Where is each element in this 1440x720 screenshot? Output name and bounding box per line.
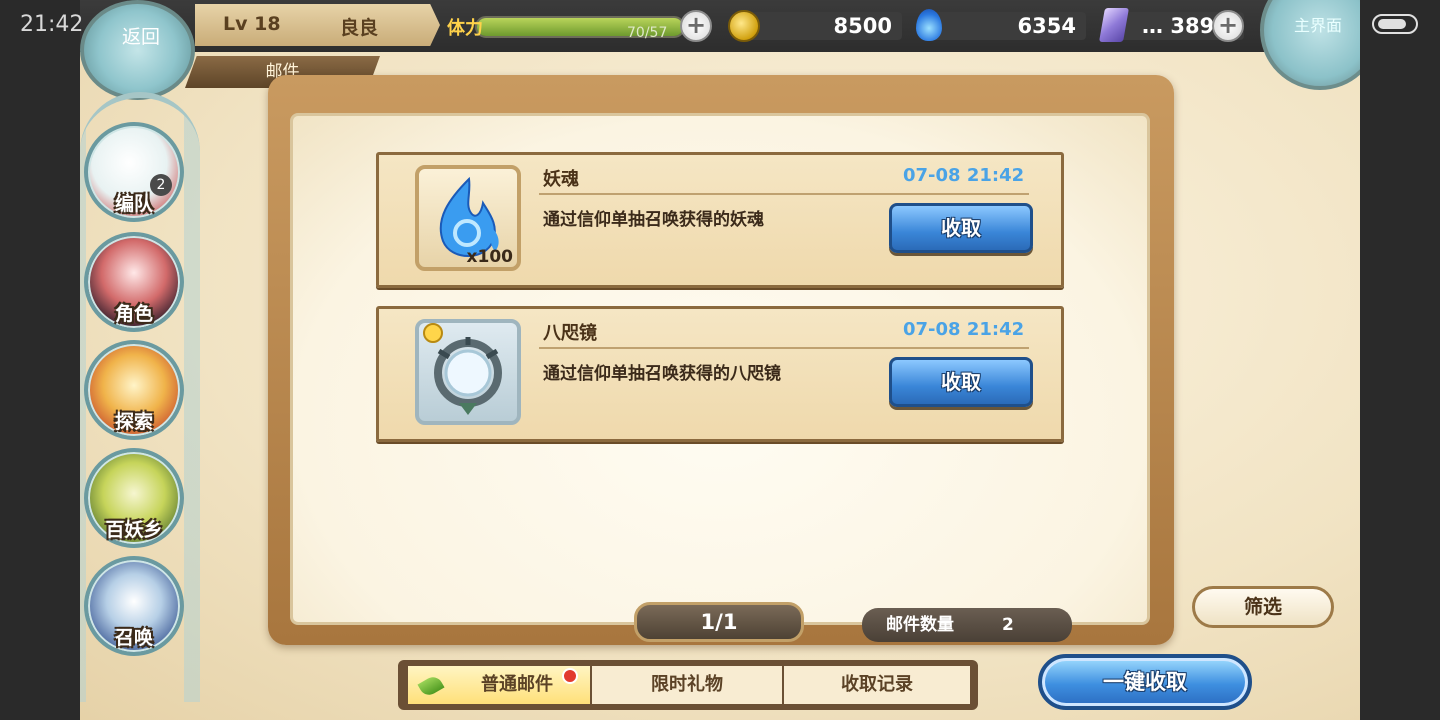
- sidebar-item-label: 召唤: [114, 627, 153, 649]
- right-letterbox: [1360, 0, 1440, 720]
- mail-description: 通过信仰单抽召唤获得的八咫镜: [543, 364, 781, 384]
- stamina-label: 体力: [447, 18, 483, 39]
- home-label: 主界面: [1294, 16, 1343, 35]
- filter-button[interactable]: 筛选: [1192, 586, 1334, 628]
- player-name: 良良: [340, 17, 379, 39]
- status-time: 21:42: [20, 12, 84, 37]
- sidebar-item-formation[interactable]: 2 编队: [84, 122, 184, 222]
- sidebar-item-summon[interactable]: 召唤: [84, 556, 184, 656]
- mail-tabs: 普通邮件 限时礼物 收取记录: [398, 660, 978, 710]
- game-viewport: 主界面 返回 Lv 18 良良 邮件 体力 70/57 + 8500 6354 …: [80, 0, 1360, 720]
- sidebar-item-explore[interactable]: 探索: [84, 340, 184, 440]
- mail-count-panel: 邮件数量 2: [862, 608, 1072, 642]
- sidebar-item-label: 编队: [114, 193, 153, 215]
- mail-count-value: 2: [1002, 615, 1014, 635]
- player-level: Lv 18: [223, 13, 281, 35]
- mail-description: 通过信仰单抽召唤获得的妖魂: [543, 210, 764, 230]
- back-label: 返回: [122, 26, 161, 48]
- stamina-value: 70/57: [627, 25, 668, 41]
- mail-count-label: 邮件数量: [886, 615, 954, 635]
- soul-counter: 6354: [930, 12, 1086, 40]
- mail-title: 妖魂: [543, 169, 579, 190]
- notification-dot: [562, 668, 578, 684]
- mail-item: x100 妖魂 07-08 21:42 通过信仰单抽召唤获得的妖魂 收取: [376, 152, 1064, 288]
- gold-coin-icon: [728, 10, 760, 42]
- sidebar-item-label: 百妖乡: [105, 519, 163, 541]
- left-letterbox: [0, 0, 80, 720]
- page-indicator: 1/1: [634, 602, 804, 642]
- mail-date: 07-08 21:42: [903, 165, 1025, 186]
- item-quantity: x100: [466, 247, 513, 267]
- add-stamina-button[interactable]: +: [680, 10, 712, 42]
- yata-mirror-icon: [423, 323, 502, 415]
- tab-label: 普通邮件: [481, 674, 553, 695]
- sidebar-item-characters[interactable]: 角色: [84, 232, 184, 332]
- player-level-panel: Lv 18 良良: [195, 4, 440, 46]
- item-slot[interactable]: x100: [415, 165, 521, 271]
- mail-date: 07-08 21:42: [903, 319, 1025, 340]
- add-gems-button[interactable]: +: [1212, 10, 1244, 42]
- back-button[interactable]: 返回: [80, 0, 195, 100]
- tab-limited-gifts[interactable]: 限时礼物: [592, 666, 782, 704]
- soul-flame-icon: [916, 9, 942, 41]
- collect-all-button[interactable]: 一键收取: [1038, 654, 1252, 710]
- mail-item: 八咫镜 07-08 21:42 通过信仰单抽召唤获得的八咫镜 收取: [376, 306, 1064, 442]
- collect-button[interactable]: 收取: [889, 203, 1033, 253]
- item-slot[interactable]: [415, 319, 521, 425]
- title-divider: [539, 347, 1029, 349]
- mail-title: 八咫镜: [543, 323, 597, 344]
- battery-icon: [1372, 14, 1418, 34]
- sidebar-item-village[interactable]: 百妖乡: [84, 448, 184, 548]
- tab-collect-history[interactable]: 收取记录: [784, 666, 970, 704]
- sidebar-item-label: 角色: [114, 303, 153, 325]
- sidebar-item-label: 探索: [114, 411, 153, 433]
- stamina-meter: 体力 70/57: [445, 12, 715, 41]
- home-button[interactable]: 主界面: [1260, 0, 1360, 90]
- title-divider: [539, 193, 1029, 195]
- collect-button[interactable]: 收取: [889, 357, 1033, 407]
- gold-counter: 8500: [740, 12, 902, 40]
